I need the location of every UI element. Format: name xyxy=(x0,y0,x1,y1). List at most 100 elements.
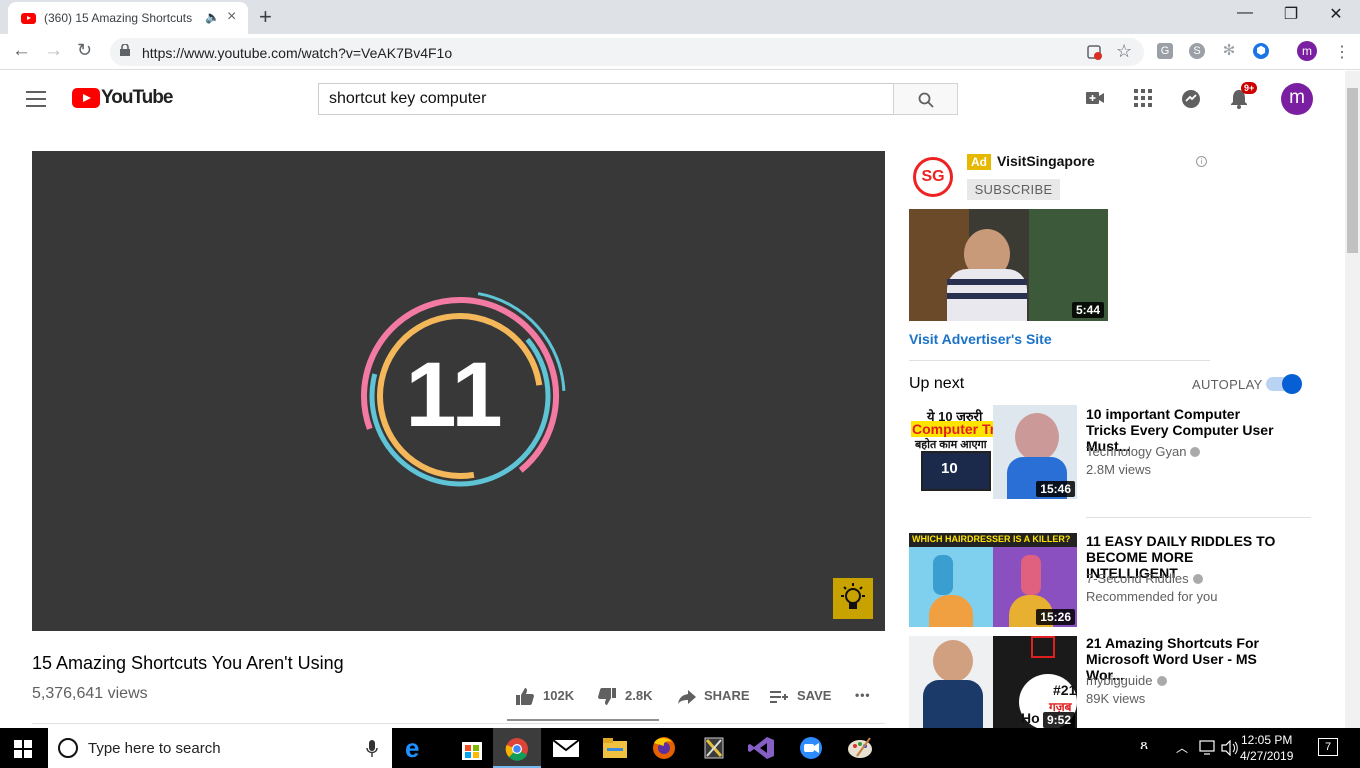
page-scrollbar[interactable] xyxy=(1345,71,1360,728)
video-intro-graphic: 11 xyxy=(354,290,566,502)
browser-toolbar: ← → ↻ https://www.youtube.com/watch?v=Ve… xyxy=(0,34,1360,70)
taskbar-search-box[interactable]: Type here to search xyxy=(48,728,392,768)
video-player[interactable]: 11 xyxy=(32,151,885,631)
youtube-masthead: YouTube shortcut key computer 9+ m xyxy=(0,71,1345,127)
save-button[interactable]: SAVE xyxy=(797,688,831,703)
tab-close-button[interactable]: × xyxy=(227,8,236,26)
view-count: 5,376,641 views xyxy=(32,685,148,702)
file-explorer-icon[interactable] xyxy=(598,734,632,762)
like-icon[interactable] xyxy=(515,687,535,705)
thumbnail-text: Ho xyxy=(1021,710,1040,726)
reload-icon[interactable]: ↻ xyxy=(77,40,92,61)
edge-icon[interactable]: e xyxy=(405,734,439,762)
like-count[interactable]: 102K xyxy=(543,688,574,703)
advertiser-logo[interactable]: SG xyxy=(913,157,953,197)
divider xyxy=(32,723,885,724)
channel-name-text: Technology Gyan xyxy=(1086,444,1187,459)
microphone-icon[interactable] xyxy=(366,740,378,757)
share-button[interactable]: SHARE xyxy=(704,688,750,703)
browser-tab-strip: (360) 15 Amazing Shortcuts 🔈 × + — ❐ ✕ xyxy=(0,0,1360,34)
up-next-heading: Up next xyxy=(909,375,965,392)
search-input[interactable]: shortcut key computer xyxy=(318,83,894,115)
verified-icon xyxy=(1156,676,1167,686)
new-tab-button[interactable]: + xyxy=(259,4,272,30)
video-thumbnail[interactable]: #21 गज़ब Ho 9:52 xyxy=(909,636,1077,730)
chrome-menu-icon[interactable]: ⋮ xyxy=(1334,42,1350,62)
cortana-icon xyxy=(58,738,78,758)
browser-tab[interactable]: (360) 15 Amazing Shortcuts 🔈 × xyxy=(8,2,248,34)
chrome-icon xyxy=(505,738,528,761)
dislike-icon[interactable] xyxy=(597,688,617,706)
tools-app-icon[interactable] xyxy=(697,734,731,762)
visit-advertiser-link[interactable]: Visit Advertiser's Site xyxy=(909,331,1052,347)
create-video-icon[interactable] xyxy=(1085,89,1105,107)
system-clock[interactable]: 12:05 PM 4/27/2019 xyxy=(1240,732,1293,764)
extension-snowflake-icon[interactable]: ✻ xyxy=(1221,43,1237,59)
show-hidden-icons-chevron-icon[interactable]: ︿ xyxy=(1176,739,1188,756)
more-actions-button[interactable]: ••• xyxy=(855,688,871,702)
account-avatar[interactable]: m xyxy=(1281,83,1313,115)
action-center-icon[interactable]: 7 xyxy=(1318,738,1338,756)
toggle-knob xyxy=(1282,374,1302,394)
paint-icon[interactable] xyxy=(843,734,877,762)
youtube-logo-text[interactable]: YouTube xyxy=(101,87,173,109)
zoom-icon[interactable] xyxy=(794,734,828,762)
minimize-button[interactable]: — xyxy=(1230,4,1260,22)
video-meta: Recommended for you xyxy=(1086,589,1218,604)
windows-start-icon[interactable] xyxy=(14,740,32,758)
thumbnail-text: WHICH HAIRDRESSER IS A KILLER? xyxy=(912,534,1071,544)
thumbnail-text: #21 xyxy=(1053,682,1077,698)
restore-button[interactable]: ❐ xyxy=(1276,4,1306,24)
store-icon[interactable] xyxy=(455,734,489,762)
window-close-button[interactable]: ✕ xyxy=(1321,4,1351,24)
video-meta: 2.8M views xyxy=(1086,462,1152,477)
autoplay-toggle[interactable] xyxy=(1266,374,1302,394)
bookmark-star-icon[interactable]: ☆ xyxy=(1116,41,1132,62)
ad-video-thumbnail[interactable]: 5:44 xyxy=(909,209,1108,321)
extension-g-icon[interactable]: G xyxy=(1157,43,1173,59)
extension-blue-icon[interactable]: ⬢ xyxy=(1253,43,1269,59)
search-button[interactable] xyxy=(893,83,958,115)
url-text: https://www.youtube.com/watch?v=VeAK7Bv4… xyxy=(142,45,453,61)
back-icon[interactable]: ← xyxy=(12,40,31,62)
lightbulb-icon[interactable] xyxy=(833,578,873,619)
subscribe-button[interactable]: SUBSCRIBE xyxy=(967,179,1060,200)
video-thumbnail[interactable]: WHICH HAIRDRESSER IS A KILLER? 15:26 xyxy=(909,533,1077,627)
messages-icon[interactable] xyxy=(1181,89,1201,109)
chrome-taskbar-button[interactable] xyxy=(493,728,541,768)
video-duration: 15:26 xyxy=(1036,609,1075,625)
autoplay-label: AUTOPLAY xyxy=(1192,377,1263,392)
like-ratio-bar xyxy=(507,719,659,721)
ad-badge: Ad xyxy=(967,154,991,170)
forward-icon[interactable]: → xyxy=(44,40,63,62)
network-icon[interactable] xyxy=(1199,740,1217,756)
dislike-count[interactable]: 2.8K xyxy=(625,688,652,703)
advertiser-name[interactable]: VisitSingapore xyxy=(997,153,1095,169)
people-icon[interactable]: ጸ xyxy=(1140,736,1148,753)
hamburger-menu-icon[interactable] xyxy=(26,91,46,107)
blocked-popup-icon[interactable] xyxy=(1086,44,1102,60)
address-bar[interactable]: https://www.youtube.com/watch?v=VeAK7Bv4… xyxy=(110,38,1144,66)
thumbnail-text: 10 xyxy=(941,460,958,477)
youtube-logo-icon[interactable] xyxy=(72,88,100,108)
apps-grid-icon[interactable] xyxy=(1134,89,1152,107)
info-icon[interactable]: i xyxy=(1196,156,1207,167)
scrollbar-thumb[interactable] xyxy=(1347,88,1358,253)
add-to-playlist-icon[interactable] xyxy=(770,690,788,704)
channel-name[interactable]: mybigguide xyxy=(1086,673,1167,688)
firefox-icon[interactable] xyxy=(647,734,681,762)
visual-studio-icon[interactable] xyxy=(745,734,779,762)
speaker-icon[interactable]: 🔈 xyxy=(205,10,220,24)
ad-duration: 5:44 xyxy=(1071,302,1104,318)
share-icon[interactable] xyxy=(678,690,696,704)
chrome-profile-avatar[interactable]: m xyxy=(1297,41,1317,61)
channel-name[interactable]: 7-Second Riddles xyxy=(1086,571,1203,586)
extension-skype-icon[interactable]: S xyxy=(1189,43,1205,59)
divider xyxy=(909,360,1210,361)
video-thumbnail[interactable]: ये 10 ज़रुरी Computer Tricks बहोत काम आए… xyxy=(909,405,1077,499)
channel-name-text: 7-Second Riddles xyxy=(1086,571,1189,586)
volume-icon[interactable] xyxy=(1221,740,1239,756)
mail-icon[interactable] xyxy=(549,734,583,762)
taskbar-search-placeholder: Type here to search xyxy=(88,740,221,757)
channel-name[interactable]: Technology Gyan xyxy=(1086,444,1201,459)
